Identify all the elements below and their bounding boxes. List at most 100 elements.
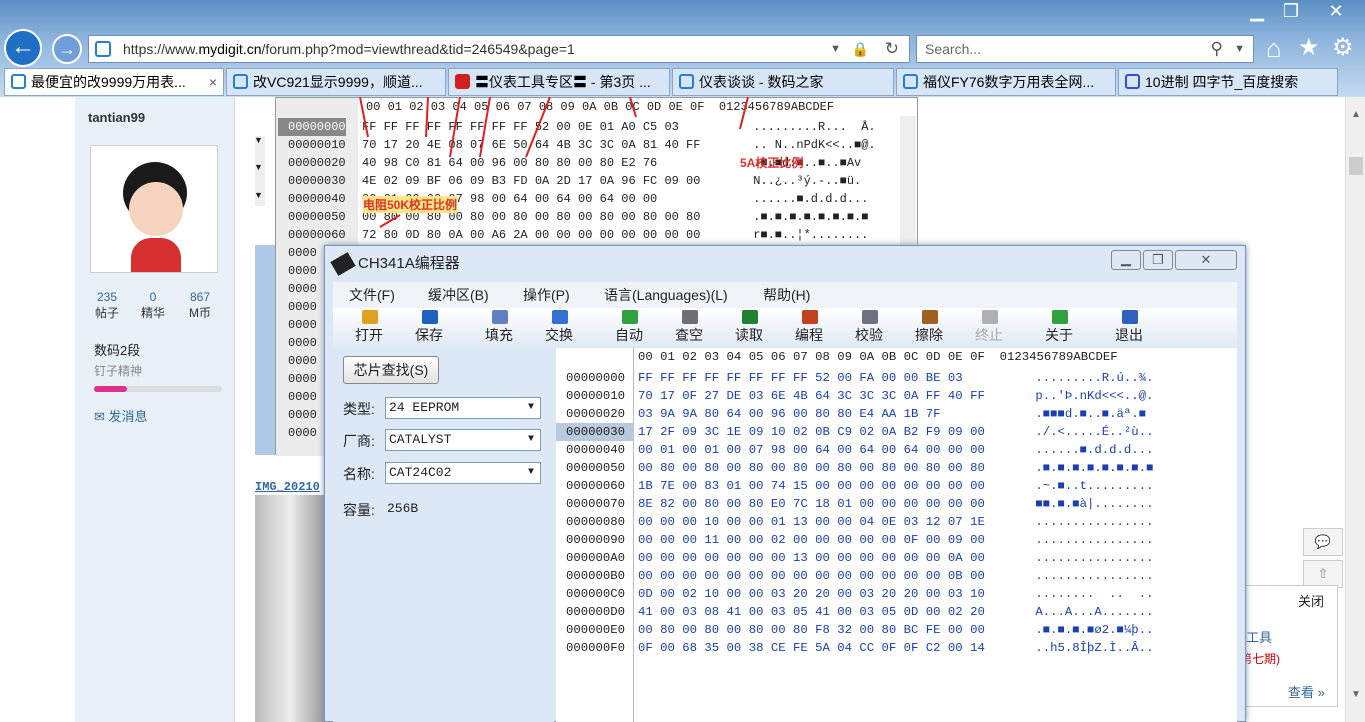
hex-ascii[interactable]: ................ — [1028, 567, 1153, 585]
app-close-icon[interactable]: ✕ — [1175, 250, 1237, 270]
notice-more[interactable]: 查看 » — [1288, 682, 1325, 701]
stat-coins[interactable]: 867 M币 — [180, 290, 220, 321]
hex-address[interactable]: 00000070 — [556, 495, 634, 513]
menu-file[interactable]: 文件(F) — [349, 282, 395, 308]
hex-ascii[interactable]: ................ — [1028, 549, 1153, 567]
toolbar-exit-button[interactable]: 退出 — [1103, 308, 1155, 348]
page-scrollbar[interactable]: ▲ ▼ — [1345, 97, 1365, 722]
forward-button[interactable]: → — [52, 34, 82, 64]
notice-close[interactable]: 关闭 — [1298, 591, 1324, 610]
tab-3[interactable]: 〓仪表工具专区〓 - 第3页 ... — [448, 68, 670, 96]
hex-address[interactable]: 00000050 — [556, 459, 634, 477]
tab-5[interactable]: 福仪FY76数字万用表全网... — [896, 68, 1116, 96]
hex-bytes[interactable]: 00 00 00 00 00 00 00 13 00 00 00 00 00 0… — [638, 549, 985, 567]
chevron-down-icon[interactable]: ▼ — [830, 36, 841, 62]
app-maximize-icon[interactable]: ❐ — [1143, 250, 1173, 270]
hex-bytes[interactable]: 00 80 00 80 00 80 00 80 F8 32 00 80 BC F… — [638, 621, 985, 639]
toolbar-open-folder-button[interactable]: 打开 — [343, 308, 395, 348]
address-bar[interactable]: https://www.mydigit.cn/forum.php?mod=vie… — [88, 35, 910, 63]
chevron-down-icon[interactable]: ▼ — [522, 430, 540, 450]
hex-address[interactable]: 00000080 — [556, 513, 634, 531]
tab-1[interactable]: 最便宜的改9999万用表... × — [4, 68, 224, 96]
hex-ascii[interactable]: ................ — [1028, 531, 1153, 549]
scroll-down-icon[interactable]: ▼ — [1351, 689, 1361, 700]
toolbar-program-button[interactable]: 编程 — [783, 308, 835, 348]
chevron-down-icon[interactable]: ▼ — [254, 135, 263, 145]
send-message-link[interactable]: ✉ 发消息 — [94, 406, 148, 425]
chevron-down-icon[interactable]: ▼ — [522, 463, 540, 483]
home-icon[interactable]: ⌂ — [1266, 33, 1282, 64]
gear-icon[interactable]: ⚙ — [1332, 33, 1354, 62]
menu-buffer[interactable]: 缓冲区(B) — [428, 282, 489, 308]
hex-bytes[interactable]: 1B 7E 00 83 01 00 74 15 00 00 00 00 00 0… — [638, 477, 985, 495]
hex-address[interactable]: 00000000 — [556, 369, 634, 387]
hex-editor[interactable]: 00 01 02 03 04 05 06 07 08 09 0A 0B 0C 0… — [556, 348, 1237, 722]
toolbar-read-button[interactable]: 读取 — [723, 308, 775, 348]
menu-operation[interactable]: 操作(P) — [523, 282, 570, 308]
hex-address[interactable]: 00000010 — [556, 387, 634, 405]
hex-address[interactable]: 00000040 — [556, 441, 634, 459]
photo-thumbnail[interactable] — [255, 495, 325, 722]
hex-ascii[interactable]: .........R.ú..¾. — [1028, 369, 1153, 387]
hex-ascii[interactable]: .~.■..t......... — [1028, 477, 1153, 495]
search-icon[interactable]: ⚲ — [1211, 36, 1223, 62]
hex-address[interactable]: 000000D0 — [556, 603, 634, 621]
avatar[interactable] — [90, 145, 218, 273]
hex-address[interactable]: 00000060 — [556, 477, 634, 495]
close-window-icon[interactable]: ✕ — [1316, 0, 1356, 24]
search-input[interactable]: Search... ⚲ ▼ — [916, 35, 1254, 63]
vendor-select[interactable]: CATALYST ▼ — [385, 429, 541, 451]
hex-bytes[interactable]: 00 00 00 10 00 00 01 13 00 00 04 0E 03 1… — [638, 513, 985, 531]
hex-bytes[interactable]: 00 01 00 01 00 07 98 00 64 00 64 00 64 0… — [638, 441, 985, 459]
hex-address[interactable]: 00000030 — [556, 423, 634, 441]
hex-address[interactable]: 00000020 — [556, 405, 634, 423]
maximize-icon[interactable]: ❐ — [1274, 0, 1308, 24]
tab-6[interactable]: 10进制 四字节_百度搜索 — [1118, 68, 1338, 96]
toolbar-verify-button[interactable]: 校验 — [843, 308, 895, 348]
toolbar-erase-button[interactable]: 擦除 — [903, 308, 955, 348]
hex-ascii[interactable]: ..h5.8ÎþZ.Ì..Â.. — [1028, 639, 1153, 657]
tab-2[interactable]: 改VC921显示9999，顺道... — [226, 68, 446, 96]
favorites-star-icon[interactable]: ★ — [1298, 33, 1320, 62]
close-tab-icon[interactable]: × — [209, 69, 217, 95]
hex-bytes[interactable]: 17 2F 09 3C 1E 09 10 02 0B C9 02 0A B2 F… — [638, 423, 985, 441]
stat-posts[interactable]: 235 帖子 — [88, 290, 126, 321]
toolbar-swap-button[interactable]: 交换 — [533, 308, 585, 348]
back-button[interactable]: ← — [4, 29, 42, 67]
refresh-icon[interactable]: ↻ — [885, 36, 899, 62]
hex-ascii[interactable]: ................ — [1028, 513, 1153, 531]
search-dropdown-icon[interactable]: ▼ — [1234, 36, 1245, 62]
hex-ascii[interactable]: .■.■.■.■ø2.■¼þ.. — [1028, 621, 1153, 639]
hex-bytes[interactable]: 00 00 00 11 00 00 02 00 00 00 00 00 0F 0… — [638, 531, 985, 549]
image-link[interactable]: IMG_20210 — [255, 480, 320, 494]
menu-help[interactable]: 帮助(H) — [763, 282, 810, 308]
type-select[interactable]: 24 EEPROM ▼ — [385, 397, 541, 419]
chip-search-button[interactable]: 芯片查找(S) — [343, 356, 439, 384]
hex-ascii[interactable]: ■■.■.■à|........ — [1028, 495, 1153, 513]
chevron-down-icon[interactable]: ▼ — [522, 398, 540, 418]
hex-address[interactable]: 000000C0 — [556, 585, 634, 603]
stat-essence[interactable]: 0 精华 — [134, 290, 172, 321]
chevron-down-icon[interactable]: ▼ — [254, 162, 263, 172]
toolbar-fill-button[interactable]: 填充 — [473, 308, 525, 348]
toolbar-info-button[interactable]: 关于 — [1033, 308, 1085, 348]
comment-icon[interactable]: 💬 — [1303, 528, 1343, 556]
menu-language[interactable]: 语言(Languages)(L) — [604, 282, 728, 308]
back-to-top-icon[interactable]: ⇧ — [1303, 560, 1343, 588]
hex-ascii[interactable]: p..'Þ.nKd<<<..@. — [1028, 387, 1153, 405]
hex-ascii[interactable]: ........ .. .. — [1028, 585, 1153, 603]
hex-bytes[interactable]: 00 00 00 00 00 00 00 00 00 00 00 00 00 0… — [638, 567, 985, 585]
hex-bytes[interactable]: 8E 82 00 80 00 80 E0 7C 18 01 00 00 00 0… — [638, 495, 985, 513]
hex-ascii[interactable]: ./.<.....É..²ù.. — [1028, 423, 1153, 441]
hex-address[interactable]: 000000B0 — [556, 567, 634, 585]
hex-ascii[interactable]: A...A...A....... — [1028, 603, 1153, 621]
hex-bytes[interactable]: FF FF FF FF FF FF FF FF 52 00 FA 00 00 B… — [638, 369, 963, 387]
hex-bytes[interactable]: 03 9A 9A 80 64 00 96 00 80 80 E4 AA 1B 7… — [638, 405, 941, 423]
hex-address[interactable]: 000000F0 — [556, 639, 634, 657]
tab-4[interactable]: 仪表谈谈 - 数码之家 — [672, 68, 894, 96]
toolbar-save-button[interactable]: 保存 — [403, 308, 455, 348]
notice-line2[interactable]: 第七期) — [1240, 650, 1280, 667]
hex-bytes[interactable]: 70 17 0F 27 DE 03 6E 4B 64 3C 3C 3C 0A F… — [638, 387, 985, 405]
hex-bytes[interactable]: 41 00 03 08 41 00 03 05 41 00 03 05 0D 0… — [638, 603, 985, 621]
hex-ascii[interactable]: ......■.d.d.d... — [1028, 441, 1153, 459]
